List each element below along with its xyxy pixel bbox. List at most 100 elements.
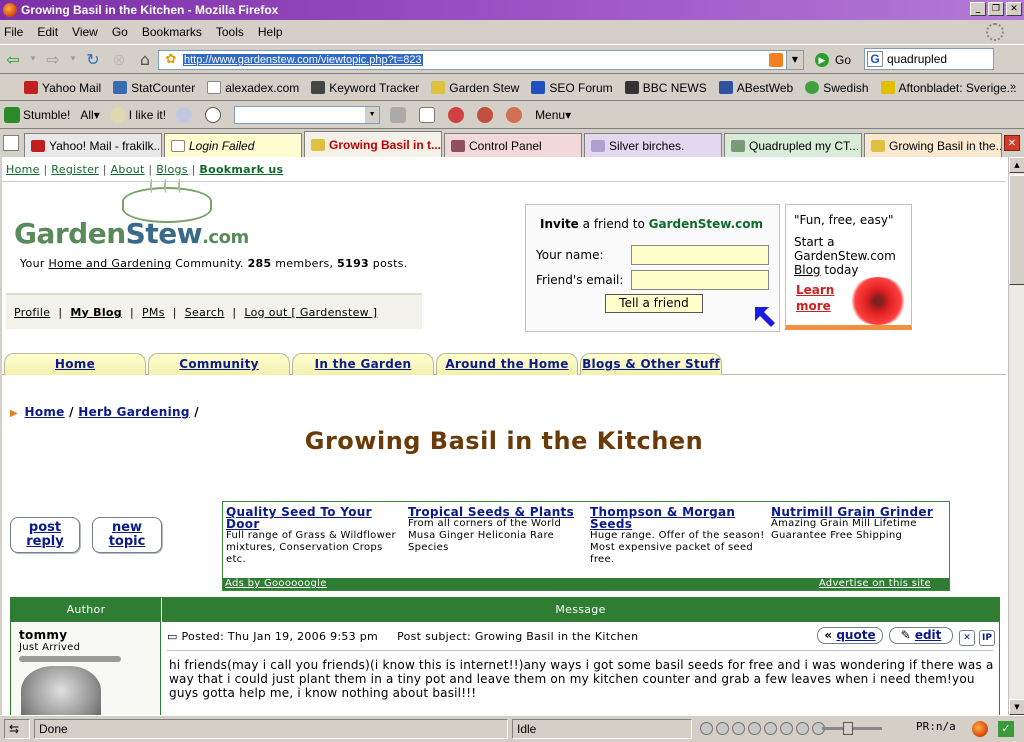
link-search[interactable]: Search xyxy=(185,306,225,319)
your-name-field[interactable] xyxy=(631,245,769,265)
stumble-dropdown[interactable] xyxy=(234,105,381,124)
comment-button[interactable] xyxy=(205,106,224,123)
menu-view[interactable]: View xyxy=(72,25,98,39)
media-rewind-icon[interactable] xyxy=(732,722,745,735)
link-blogs[interactable]: Blogs xyxy=(156,163,188,176)
stumble-menu[interactable]: Menu▾ xyxy=(535,108,571,122)
back-dropdown-icon[interactable]: ▾ xyxy=(29,49,37,69)
home-icon[interactable]: ⌂ xyxy=(135,49,155,69)
media-note-icon[interactable] xyxy=(700,722,713,735)
menu-file[interactable]: File xyxy=(4,25,23,39)
volume-knob[interactable] xyxy=(843,722,853,735)
advertise-link[interactable]: Advertise on this site xyxy=(819,578,931,590)
breadcrumb-home[interactable]: Home xyxy=(24,405,64,419)
vertical-scrollbar[interactable]: ▲ ▼ xyxy=(1008,157,1024,715)
ad-item[interactable]: Thompson & Morgan Seeds Huge range. Offer… xyxy=(590,506,768,566)
ad-item[interactable]: Quality Seed To Your Door Full range of G… xyxy=(226,506,404,566)
stop-icon[interactable]: ⊗ xyxy=(109,49,129,69)
scroll-down-icon[interactable]: ▼ xyxy=(1009,699,1024,715)
new-tab-icon[interactable] xyxy=(3,135,19,151)
restore-button[interactable]: ❐ xyxy=(988,2,1004,16)
media-next-icon[interactable] xyxy=(796,722,809,735)
tab-yahoo-mail[interactable]: Yahoo! Mail - frakilk... xyxy=(24,133,162,157)
google-icon[interactable]: G xyxy=(867,51,883,67)
ip-icon[interactable]: IP xyxy=(979,630,995,646)
bookmark-abestweb[interactable]: ABestWeb xyxy=(718,81,793,95)
tab-login-failed[interactable]: Login Failed xyxy=(164,133,302,157)
post-reply-button[interactable]: post reply xyxy=(10,517,80,553)
new-topic-button[interactable]: new topic xyxy=(92,517,162,553)
learn-more-link[interactable]: Learn more xyxy=(796,282,834,314)
bookmark-swedish[interactable]: Swedish xyxy=(805,81,869,95)
more-bookmarks-icon[interactable]: » xyxy=(1010,81,1016,93)
tab-quadrupled[interactable]: Quadrupled my CT... xyxy=(724,133,862,157)
url-dropdown-icon[interactable]: ▼ xyxy=(786,51,803,69)
friends-button[interactable] xyxy=(448,106,467,123)
link-logout[interactable]: Log out [ Gardenstew ] xyxy=(244,306,377,319)
tab-silver-birches[interactable]: Silver birches. xyxy=(584,133,722,157)
link-bookmark-us[interactable]: Bookmark us xyxy=(199,163,283,176)
menu-edit[interactable]: Edit xyxy=(37,25,58,39)
home-gardening-link[interactable]: Home and Gardening xyxy=(48,257,171,270)
tab-growing-basil-2[interactable]: Growing Basil in the... xyxy=(864,133,1002,157)
ads-by-google-link[interactable]: Ads by Goooooogle xyxy=(225,578,327,589)
post-author[interactable]: tommy xyxy=(19,628,67,642)
checkmark-icon[interactable]: ✓ xyxy=(998,721,1014,737)
dislike-button[interactable] xyxy=(176,106,195,123)
search-input[interactable]: quadrupled xyxy=(887,52,947,66)
forward-dropdown-icon[interactable]: ▾ xyxy=(69,49,77,69)
tab-control-panel[interactable]: Control Panel xyxy=(444,133,582,157)
link-my-blog[interactable]: My Blog xyxy=(70,306,122,319)
blog-promo-ad[interactable]: "Fun, free, easy" Start a GardenStew.com… xyxy=(785,204,912,330)
people-button[interactable] xyxy=(477,106,496,123)
rss-feed-icon[interactable] xyxy=(769,53,783,67)
tab-growing-basil-active[interactable]: Growing Basil in t... xyxy=(304,131,442,157)
stumble-button[interactable]: Stumble! xyxy=(4,106,70,123)
menu-bookmarks[interactable]: Bookmarks xyxy=(142,25,202,39)
address-bar[interactable]: ✿ http://www.gardenstew.com/viewtopic.ph… xyxy=(158,50,804,70)
quote-button[interactable]: « quote xyxy=(817,627,883,644)
menu-tools[interactable]: Tools xyxy=(216,25,244,39)
friend-email-field[interactable] xyxy=(631,270,769,290)
tell-a-friend-button[interactable]: Tell a friend xyxy=(605,294,703,313)
scroll-thumb[interactable] xyxy=(1009,175,1024,285)
like-button[interactable]: I like it! xyxy=(109,106,166,123)
bookmark-yahoo-mail[interactable]: Yahoo Mail xyxy=(24,81,101,95)
bookmark-keyword-tracker[interactable]: Keyword Tracker xyxy=(311,81,419,95)
bookmark-garden-stew[interactable]: Garden Stew xyxy=(431,81,519,95)
link-register[interactable]: Register xyxy=(51,163,99,176)
link-home[interactable]: Home xyxy=(6,163,40,176)
link-about[interactable]: About xyxy=(111,163,145,176)
url-text[interactable]: http://www.gardenstew.com/viewtopic.php?… xyxy=(183,54,423,66)
bookmark-seo-forum[interactable]: SEO Forum xyxy=(531,81,613,95)
site-logo[interactable]: GardenStew.com xyxy=(14,217,249,250)
nav-around-the-home[interactable]: Around the Home xyxy=(436,353,578,375)
link-profile[interactable]: Profile xyxy=(14,306,50,319)
media-pause-icon[interactable] xyxy=(764,722,777,735)
delete-icon[interactable]: ✕ xyxy=(959,630,975,646)
media-play-icon[interactable] xyxy=(748,722,761,735)
search-box[interactable]: G quadrupled xyxy=(864,48,994,70)
edit-button[interactable]: ✎ edit xyxy=(889,627,953,644)
breadcrumb-herb-gardening[interactable]: Herb Gardening xyxy=(78,405,189,419)
nav-in-the-garden[interactable]: In the Garden xyxy=(292,353,434,375)
nav-community[interactable]: Community xyxy=(148,353,290,375)
reload-icon[interactable]: ↻ xyxy=(83,49,103,69)
forward-icon[interactable]: ⇨ xyxy=(43,49,63,69)
back-icon[interactable]: ⇦ xyxy=(3,49,23,69)
go-button[interactable]: ▶ Go xyxy=(815,53,851,67)
ad-item[interactable]: Nutrimill Grain Grinder Amazing Grain Mil… xyxy=(771,506,949,542)
firefox-status-icon[interactable] xyxy=(972,721,988,737)
close-tab-button[interactable]: ✕ xyxy=(1004,135,1020,151)
bookmark-alexadex[interactable]: alexadex.com xyxy=(207,81,299,95)
bookmark-statcounter[interactable]: StatCounter xyxy=(113,81,195,95)
bookmark-aftonbladet[interactable]: Aftonbladet: Sverige... xyxy=(880,81,1017,95)
tag-button[interactable] xyxy=(390,106,409,123)
close-button[interactable]: ✕ xyxy=(1006,2,1022,16)
share-button[interactable] xyxy=(506,106,525,123)
link-pms[interactable]: PMs xyxy=(142,306,165,319)
stumble-home-button[interactable] xyxy=(419,106,438,123)
media-prev-icon[interactable] xyxy=(716,722,729,735)
ad-item[interactable]: Tropical Seeds & Plants From all corners … xyxy=(408,506,586,554)
scroll-up-icon[interactable]: ▲ xyxy=(1009,157,1024,173)
